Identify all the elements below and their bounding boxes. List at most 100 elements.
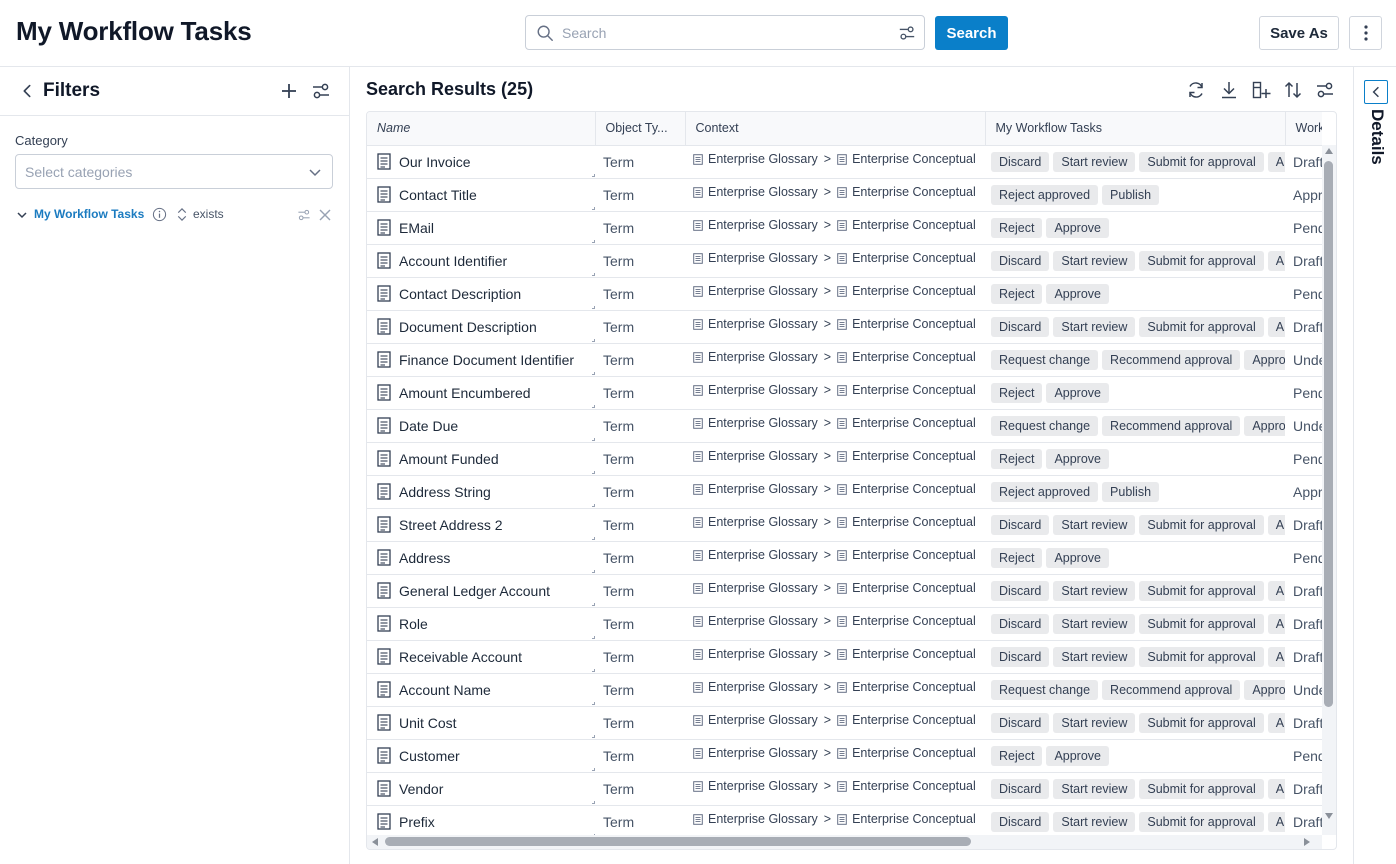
context-glossary[interactable]: Enterprise Glossary (708, 449, 818, 463)
scroll-down-arrow[interactable] (1325, 813, 1333, 819)
task-action-button[interactable]: Submit for approval (1139, 151, 1264, 172)
more-options-button[interactable] (1349, 16, 1382, 50)
context-domain[interactable]: Enterprise Conceptual (852, 779, 976, 793)
asset-name-link[interactable]: Date Due (399, 418, 458, 434)
cell-name[interactable]: Receivable Account (367, 640, 595, 674)
context-domain[interactable]: Enterprise Conceptual (852, 185, 976, 199)
expand-details-button[interactable] (1364, 80, 1388, 104)
task-action-button[interactable]: Discard (991, 613, 1050, 634)
context-domain[interactable]: Enterprise Conceptual (852, 647, 976, 661)
asset-name-link[interactable]: Receivable Account (399, 649, 522, 665)
task-action-button[interactable]: Recommend approval (1102, 415, 1241, 436)
task-action-button[interactable]: Approve (1244, 679, 1285, 700)
task-action-button[interactable]: Reject (991, 283, 1043, 304)
task-action-button[interactable]: Approve (1244, 349, 1285, 370)
vertical-scroll-thumb[interactable] (1324, 161, 1333, 707)
cell-name[interactable]: Vendor (367, 772, 595, 806)
task-action-button[interactable]: Submit for approval (1139, 811, 1264, 832)
context-domain[interactable]: Enterprise Conceptual (852, 713, 976, 727)
filter-settings-icon[interactable] (311, 81, 331, 101)
context-glossary[interactable]: Enterprise Glossary (708, 713, 818, 727)
task-action-button[interactable]: Start review (1053, 712, 1136, 733)
task-action-button[interactable]: Publish (1102, 481, 1160, 502)
search-options-icon[interactable] (898, 24, 916, 42)
context-glossary[interactable]: Enterprise Glossary (708, 680, 818, 694)
expand-filter-icon[interactable] (15, 208, 29, 222)
column-header-workflow-state[interactable]: Workflo (1285, 112, 1322, 146)
context-glossary[interactable]: Enterprise Glossary (708, 416, 818, 430)
task-action-button[interactable]: Approve (1046, 217, 1109, 238)
table-row[interactable]: Role Term Enterprise Glossary > Enterprise C… (367, 607, 1322, 641)
task-action-button[interactable]: Discard (991, 778, 1050, 799)
context-domain[interactable]: Enterprise Conceptual (852, 812, 976, 826)
task-action-button[interactable]: Start review (1053, 646, 1136, 667)
context-glossary[interactable]: Enterprise Glossary (708, 548, 818, 562)
cell-name[interactable]: Street Address 2 (367, 508, 595, 542)
refresh-icon[interactable] (1186, 80, 1206, 100)
asset-name-link[interactable]: Address String (399, 484, 491, 500)
task-action-button[interactable]: Request change (991, 415, 1099, 436)
cell-name[interactable]: Address String (367, 475, 595, 509)
task-action-button[interactable]: Submit for approval (1139, 646, 1264, 667)
task-action-button[interactable]: Start review (1053, 580, 1136, 601)
asset-name-link[interactable]: Role (399, 616, 428, 632)
task-action-button[interactable]: Start review (1053, 514, 1136, 535)
context-glossary[interactable]: Enterprise Glossary (708, 317, 818, 331)
column-header-name[interactable]: Name (367, 112, 596, 146)
add-filter-icon[interactable] (279, 81, 299, 101)
column-header-workflow-tasks[interactable]: My Workflow Tasks (985, 112, 1286, 146)
table-row[interactable]: Contact Title Term Enterprise Glossary > Ent… (367, 178, 1322, 212)
context-domain[interactable]: Enterprise Conceptual (852, 350, 976, 364)
task-action-button[interactable]: Submit for approval (1139, 712, 1264, 733)
table-row[interactable]: General Ledger Account Term Enterprise Glo… (367, 574, 1322, 608)
task-action-button[interactable]: Approve (1046, 745, 1109, 766)
cell-name[interactable]: EMail (367, 211, 595, 245)
task-action-button[interactable]: Start review (1053, 250, 1136, 271)
asset-name-link[interactable]: EMail (399, 220, 434, 236)
task-action-button[interactable]: A (1267, 811, 1285, 832)
table-row[interactable]: Date Due Term Enterprise Glossary > Enterpri… (367, 409, 1322, 443)
table-row[interactable]: Account Name Term Enterprise Glossary > Ente… (367, 673, 1322, 707)
task-action-button[interactable]: Discard (991, 316, 1050, 337)
task-action-button[interactable]: Publish (1102, 184, 1160, 205)
asset-name-link[interactable]: Account Name (399, 682, 491, 698)
table-row[interactable]: Unit Cost Term Enterprise Glossary > Enterpr… (367, 706, 1322, 740)
remove-filter-icon[interactable] (318, 208, 332, 222)
task-action-button[interactable]: Request change (991, 679, 1099, 700)
task-action-button[interactable]: Discard (991, 646, 1050, 667)
task-action-button[interactable]: A (1267, 712, 1285, 733)
task-action-button[interactable]: Reject (991, 745, 1043, 766)
context-domain[interactable]: Enterprise Conceptual (852, 416, 976, 430)
horizontal-scrollbar[interactable] (367, 835, 1322, 849)
context-domain[interactable]: Enterprise Conceptual (852, 581, 976, 595)
task-action-button[interactable]: Discard (991, 250, 1050, 271)
asset-name-link[interactable]: Customer (399, 748, 460, 764)
search-button[interactable]: Search (935, 16, 1008, 50)
cell-name[interactable]: Amount Funded (367, 442, 595, 476)
task-action-button[interactable]: Submit for approval (1139, 250, 1264, 271)
task-action-button[interactable]: Discard (991, 514, 1050, 535)
column-header-context[interactable]: Context (685, 112, 986, 146)
task-action-button[interactable]: Discard (991, 811, 1050, 832)
sort-icon[interactable] (1283, 80, 1303, 100)
table-row[interactable]: Finance Document Identifier Term Enterpris… (367, 343, 1322, 377)
task-action-button[interactable]: Submit for approval (1139, 778, 1264, 799)
table-row[interactable]: EMail Term Enterprise Glossary > Enterprise … (367, 211, 1322, 245)
context-glossary[interactable]: Enterprise Glossary (708, 779, 818, 793)
task-action-button[interactable]: Recommend approval (1102, 679, 1241, 700)
asset-name-link[interactable]: Document Description (399, 319, 537, 335)
table-row[interactable]: Address Term Enterprise Glossary > Enterpris… (367, 541, 1322, 575)
task-action-button[interactable]: Approve (1046, 547, 1109, 568)
download-icon[interactable] (1219, 80, 1239, 100)
view-settings-icon[interactable] (1315, 80, 1335, 100)
context-glossary[interactable]: Enterprise Glossary (708, 350, 818, 364)
search-box[interactable] (525, 15, 925, 50)
task-action-button[interactable]: Submit for approval (1139, 316, 1264, 337)
cell-name[interactable]: Prefix (367, 805, 595, 835)
task-action-button[interactable]: A (1267, 250, 1285, 271)
table-row[interactable]: Street Address 2 Term Enterprise Glossary >… (367, 508, 1322, 542)
task-action-button[interactable]: Approve (1244, 415, 1285, 436)
cell-name[interactable]: Contact Description (367, 277, 595, 311)
asset-name-link[interactable]: Vendor (399, 781, 443, 797)
task-action-button[interactable]: Discard (991, 151, 1050, 172)
